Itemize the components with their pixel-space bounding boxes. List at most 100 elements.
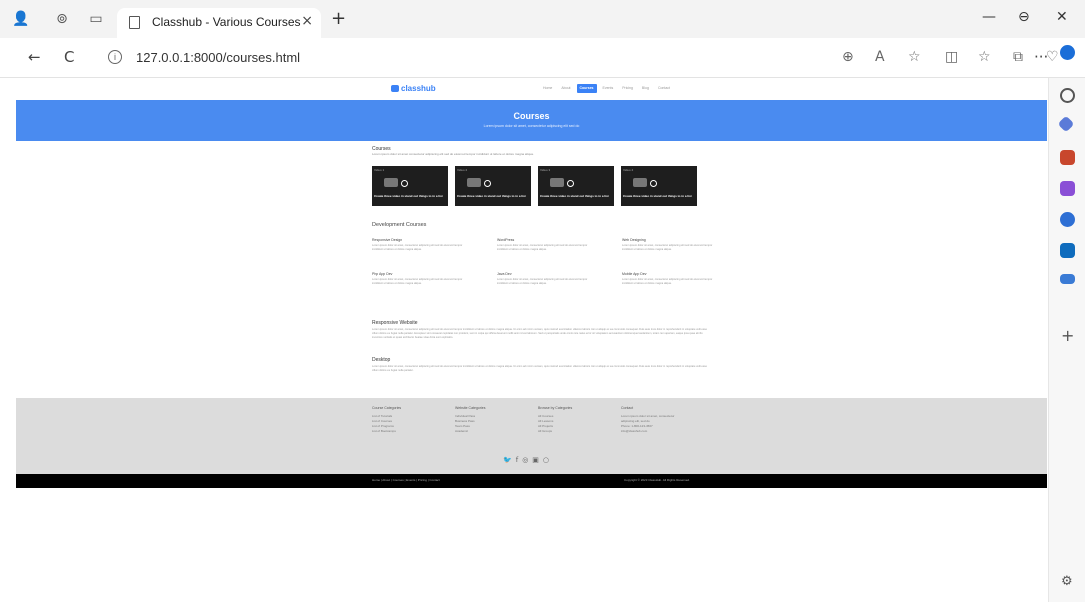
course-name[interactable]: Java Dev [497, 272, 597, 276]
menu-item-blog[interactable]: Blog [639, 84, 652, 93]
copilot-icon[interactable] [1060, 45, 1075, 60]
course-name[interactable]: Web Designing [622, 238, 722, 242]
video-card[interactable]: Video 2 Create three video in stand out t… [455, 166, 531, 206]
tab-close-button[interactable]: × [301, 13, 313, 29]
play-button-icon[interactable] [384, 178, 398, 187]
footer-link[interactable]: info@classhub.com [621, 429, 704, 434]
footer-link[interactable]: Academic [455, 429, 538, 434]
video-caption: Create three video in stand out things t… [457, 194, 526, 198]
course-name[interactable]: WordPress [497, 238, 597, 242]
course-text: Lorem ipsum dolor sit amet, consectetur … [497, 244, 588, 251]
shopping-tag-icon[interactable] [1057, 115, 1075, 133]
favorite-star-icon[interactable]: ☆ [908, 49, 921, 65]
footer-column-heading: Website Categories [455, 406, 486, 410]
course-card[interactable]: Php App Dev Lorem ipsum dolor sit amet, c… [372, 272, 472, 292]
copyright-text: Copyright © 2023 ClassHub. All Rights Re… [624, 478, 690, 482]
drop-icon[interactable] [1060, 274, 1075, 284]
search-icon[interactable] [1060, 88, 1075, 103]
menu-item-about[interactable]: About [558, 84, 573, 93]
course-name[interactable]: Mobile App Dev [622, 272, 722, 276]
collections-icon[interactable]: ⧉ [1013, 49, 1023, 65]
footer-link[interactable]: All Groups [538, 429, 621, 434]
site-menu: Home About Courses Events Pricing Blog Contact [540, 84, 673, 93]
footer-column: Browse by Categories All Courses All Lesso… [538, 406, 621, 434]
favorites-icon[interactable]: ☆ [978, 49, 991, 65]
browser-titlebar: 👤 ⊚ ▭ Classhub - Various Courses × + — ⊖… [0, 0, 1085, 38]
footer-columns: Course Categories List of Tutorials List o… [372, 406, 704, 434]
footer-column: Website Categories Individual Pass Busines… [455, 406, 538, 434]
video-label: Video 3 [540, 168, 551, 172]
video-caption: Create three video in stand out things t… [623, 194, 692, 198]
course-card[interactable]: Java Dev Lorem ipsum dolor sit amet, cons… [497, 272, 597, 292]
footer-bottom-bar: Home | About | Courses | Events | Pricin… [16, 474, 1047, 488]
outlook-icon[interactable] [1060, 243, 1075, 258]
play-button-icon[interactable] [550, 178, 564, 187]
responsive-title: Responsive Website [372, 320, 418, 326]
tab-actions-icon[interactable]: ▭ [88, 11, 104, 27]
zoom-icon[interactable]: ⊕ [842, 49, 854, 65]
workspaces-icon[interactable]: ⊚ [54, 11, 70, 27]
play-button-icon[interactable] [467, 178, 481, 187]
games-icon[interactable] [1060, 181, 1075, 196]
record-icon [650, 180, 657, 187]
back-button[interactable]: ← [28, 48, 41, 66]
menu-item-courses[interactable]: Courses [576, 84, 597, 93]
menu-item-home[interactable]: Home [540, 84, 555, 93]
footer-column: Course Categories List of Tutorials List o… [372, 406, 455, 434]
course-name[interactable]: Responsive Design [372, 238, 472, 242]
add-sidebar-app-icon[interactable]: + [1061, 326, 1074, 345]
video-caption: Create three video in stand out things t… [540, 194, 609, 198]
course-card[interactable]: WordPress Lorem ipsum dolor sit amet, con… [497, 238, 597, 258]
address-bar[interactable]: i 127.0.0.1:8000/courses.html ⊕ A ☆ ◫ ☆ … [100, 44, 1080, 72]
video-card[interactable]: Video 4 Create three video in stand out t… [621, 166, 697, 206]
course-card[interactable]: Web Designing Lorem ipsum dolor sit amet,… [622, 238, 722, 258]
footer-column-heading: Browse by Categories [538, 406, 573, 410]
minimize-button[interactable]: — [982, 9, 996, 25]
facebook-icon[interactable]: f [516, 456, 518, 464]
video-card[interactable]: Video 1 Create three video in stand out t… [372, 166, 448, 206]
hero-title: Courses [513, 111, 550, 121]
logo-mark-icon [391, 85, 399, 92]
edge-sidebar: + ⚙ [1048, 45, 1085, 602]
course-text: Lorem ipsum dolor sit amet, consectetur … [372, 244, 463, 251]
twitter-icon[interactable]: 🐦 [503, 456, 512, 464]
course-text: Lorem ipsum dolor sit amet, consectetur … [497, 278, 588, 285]
menu-item-contact[interactable]: Contact [655, 84, 673, 93]
more-menu-button[interactable]: ··· [1034, 48, 1048, 66]
course-card[interactable]: Mobile App Dev Lorem ipsum dolor sit amet… [622, 272, 722, 292]
course-name[interactable]: Php App Dev [372, 272, 472, 276]
development-grid: Responsive Design Lorem ipsum dolor sit a… [372, 238, 712, 292]
play-button-icon[interactable] [633, 178, 647, 187]
page-viewport: classhub Home About Courses Events Pricing Bl… [16, 78, 1047, 600]
skype-icon[interactable]: ○ [543, 456, 549, 464]
profile-icon[interactable]: 👤 [12, 11, 29, 27]
read-aloud-icon[interactable]: A [875, 49, 885, 65]
url-text[interactable]: 127.0.0.1:8000/courses.html [136, 50, 300, 65]
video-card[interactable]: Video 3 Create three video in stand out t… [538, 166, 614, 206]
main-content: Courses Lorem ipsum dolor sit amet conse… [372, 146, 712, 372]
site-logo[interactable]: classhub [391, 84, 436, 93]
sidebar-settings-icon[interactable]: ⚙ [1061, 574, 1073, 589]
pinterest-icon[interactable]: ◎ [522, 456, 528, 464]
menu-item-pricing[interactable]: Pricing [619, 84, 636, 93]
split-screen-icon[interactable]: ◫ [945, 49, 958, 65]
browser-tab[interactable]: Classhub - Various Courses × [117, 8, 321, 38]
video-caption: Create three video in stand out things t… [374, 194, 443, 198]
close-window-button[interactable]: ✕ [1056, 9, 1068, 25]
footer-column: Contact Lorem ipsum dolor sit amet, conse… [621, 406, 704, 434]
refresh-button[interactable]: C [64, 48, 74, 66]
footer-nav-links[interactable]: Home | About | Courses | Events | Pricin… [372, 478, 440, 482]
restore-icon[interactable]: ⊖ [1018, 9, 1030, 25]
site-info-icon[interactable]: i [108, 50, 122, 64]
toolbox-icon[interactable] [1060, 150, 1075, 165]
instagram-icon[interactable]: ▣ [532, 456, 539, 464]
footer-link[interactable]: List of Bootcamps [372, 429, 455, 434]
microsoft-365-icon[interactable] [1060, 212, 1075, 227]
menu-item-events[interactable]: Events [600, 84, 617, 93]
record-icon [567, 180, 574, 187]
video-thumbnails: Video 1 Create three video in stand out t… [372, 166, 697, 206]
new-tab-button[interactable]: + [331, 8, 346, 29]
course-card[interactable]: Responsive Design Lorem ipsum dolor sit a… [372, 238, 472, 258]
hero-subtitle: Lorem ipsum dolor sit amet, consectetur … [483, 124, 580, 128]
logo-text: classhub [401, 84, 436, 93]
